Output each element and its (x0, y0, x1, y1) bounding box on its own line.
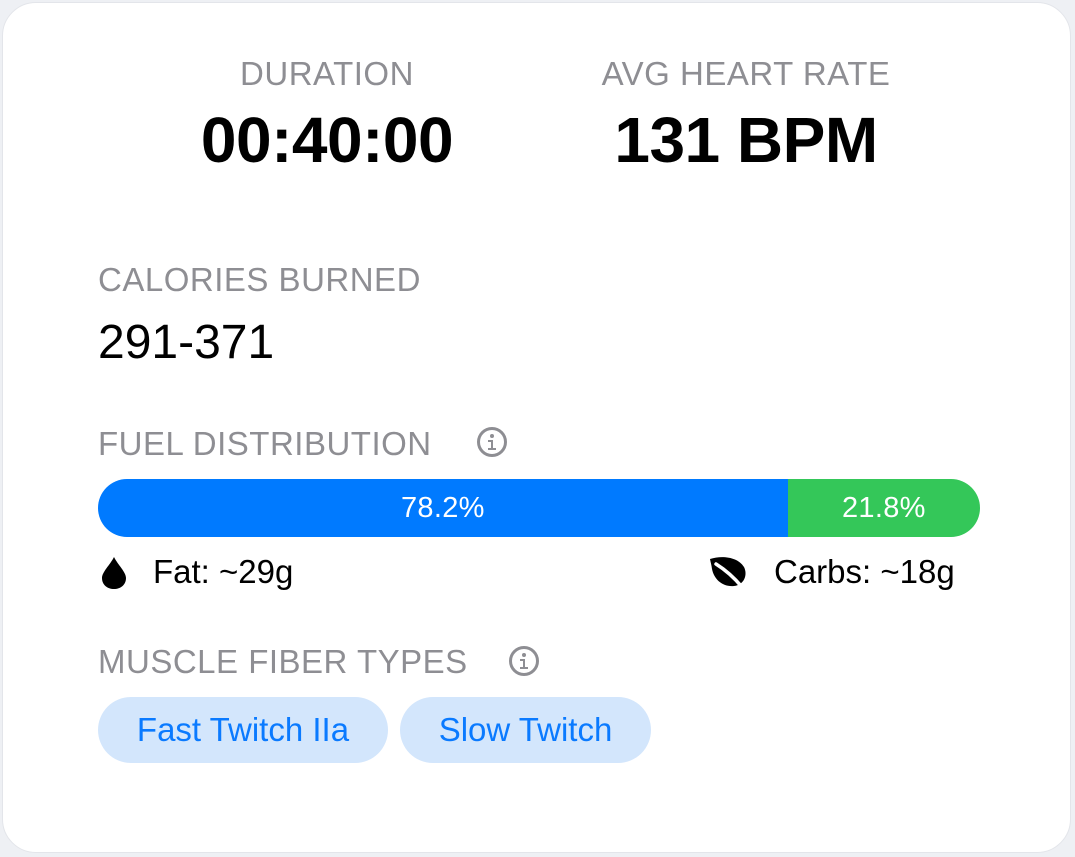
info-glyph (520, 653, 528, 669)
calories-value: 291-371 (98, 316, 275, 369)
fuel-distribution-label: FUEL DISTRIBUTION (98, 425, 432, 462)
fat-legend: Fat: ~29g (153, 553, 294, 590)
carbs-percent: 21.8% (841, 491, 926, 524)
muscle-fiber-label: MUSCLE FIBER TYPES (98, 643, 468, 680)
carbs-segment: 21.8% (787, 479, 980, 537)
heart-rate-label: AVG HEART RATE (601, 55, 891, 92)
duration-label: DURATION (240, 55, 414, 92)
fat-percent: 78.2% (400, 491, 485, 524)
chip-fast-twitch[interactable]: Fast Twitch IIa (98, 697, 388, 763)
carbs-legend: Carbs: ~18g (774, 553, 955, 590)
water-drop-icon (100, 556, 128, 595)
heart-rate-value: 131 BPM (614, 104, 878, 176)
leaf-icon (708, 555, 748, 594)
calories-label: CALORIES BURNED (98, 261, 421, 298)
muscle-info-icon[interactable] (509, 646, 539, 676)
chip-slow-twitch[interactable]: Slow Twitch (400, 697, 651, 763)
fuel-info-icon[interactable] (477, 427, 507, 457)
workout-summary-card: DURATION 00:40:00 AVG HEART RATE 131 BPM… (2, 2, 1071, 853)
fat-segment: 78.2% (98, 479, 788, 537)
duration-value: 00:40:00 (200, 104, 454, 176)
fuel-distribution-bar: 78.2% 21.8% (98, 479, 980, 537)
info-glyph (488, 434, 496, 450)
